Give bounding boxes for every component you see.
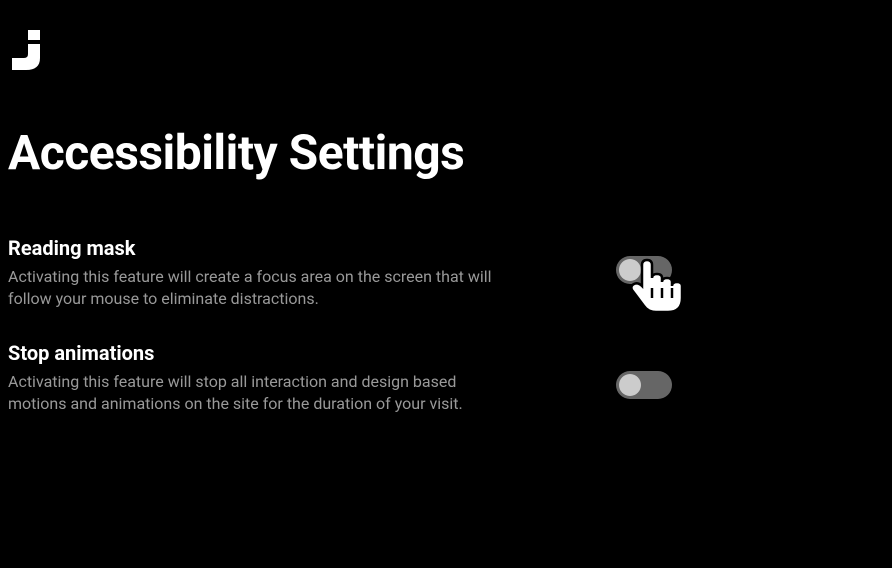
page-title: Accessibility Settings [8,124,884,181]
toggle-knob [619,259,641,281]
setting-stop-animations: Stop animations Activating this feature … [8,341,884,416]
setting-title: Stop animations [8,341,508,365]
setting-reading-mask: Reading mask Activating this feature wil… [8,236,884,311]
setting-description: Activating this feature will create a fo… [8,266,498,311]
setting-title: Reading mask [8,236,508,260]
reading-mask-toggle[interactable] [616,256,672,284]
toggle-knob [619,374,641,396]
logo-icon [8,30,884,74]
setting-description: Activating this feature will stop all in… [8,371,498,416]
stop-animations-toggle[interactable] [616,371,672,399]
